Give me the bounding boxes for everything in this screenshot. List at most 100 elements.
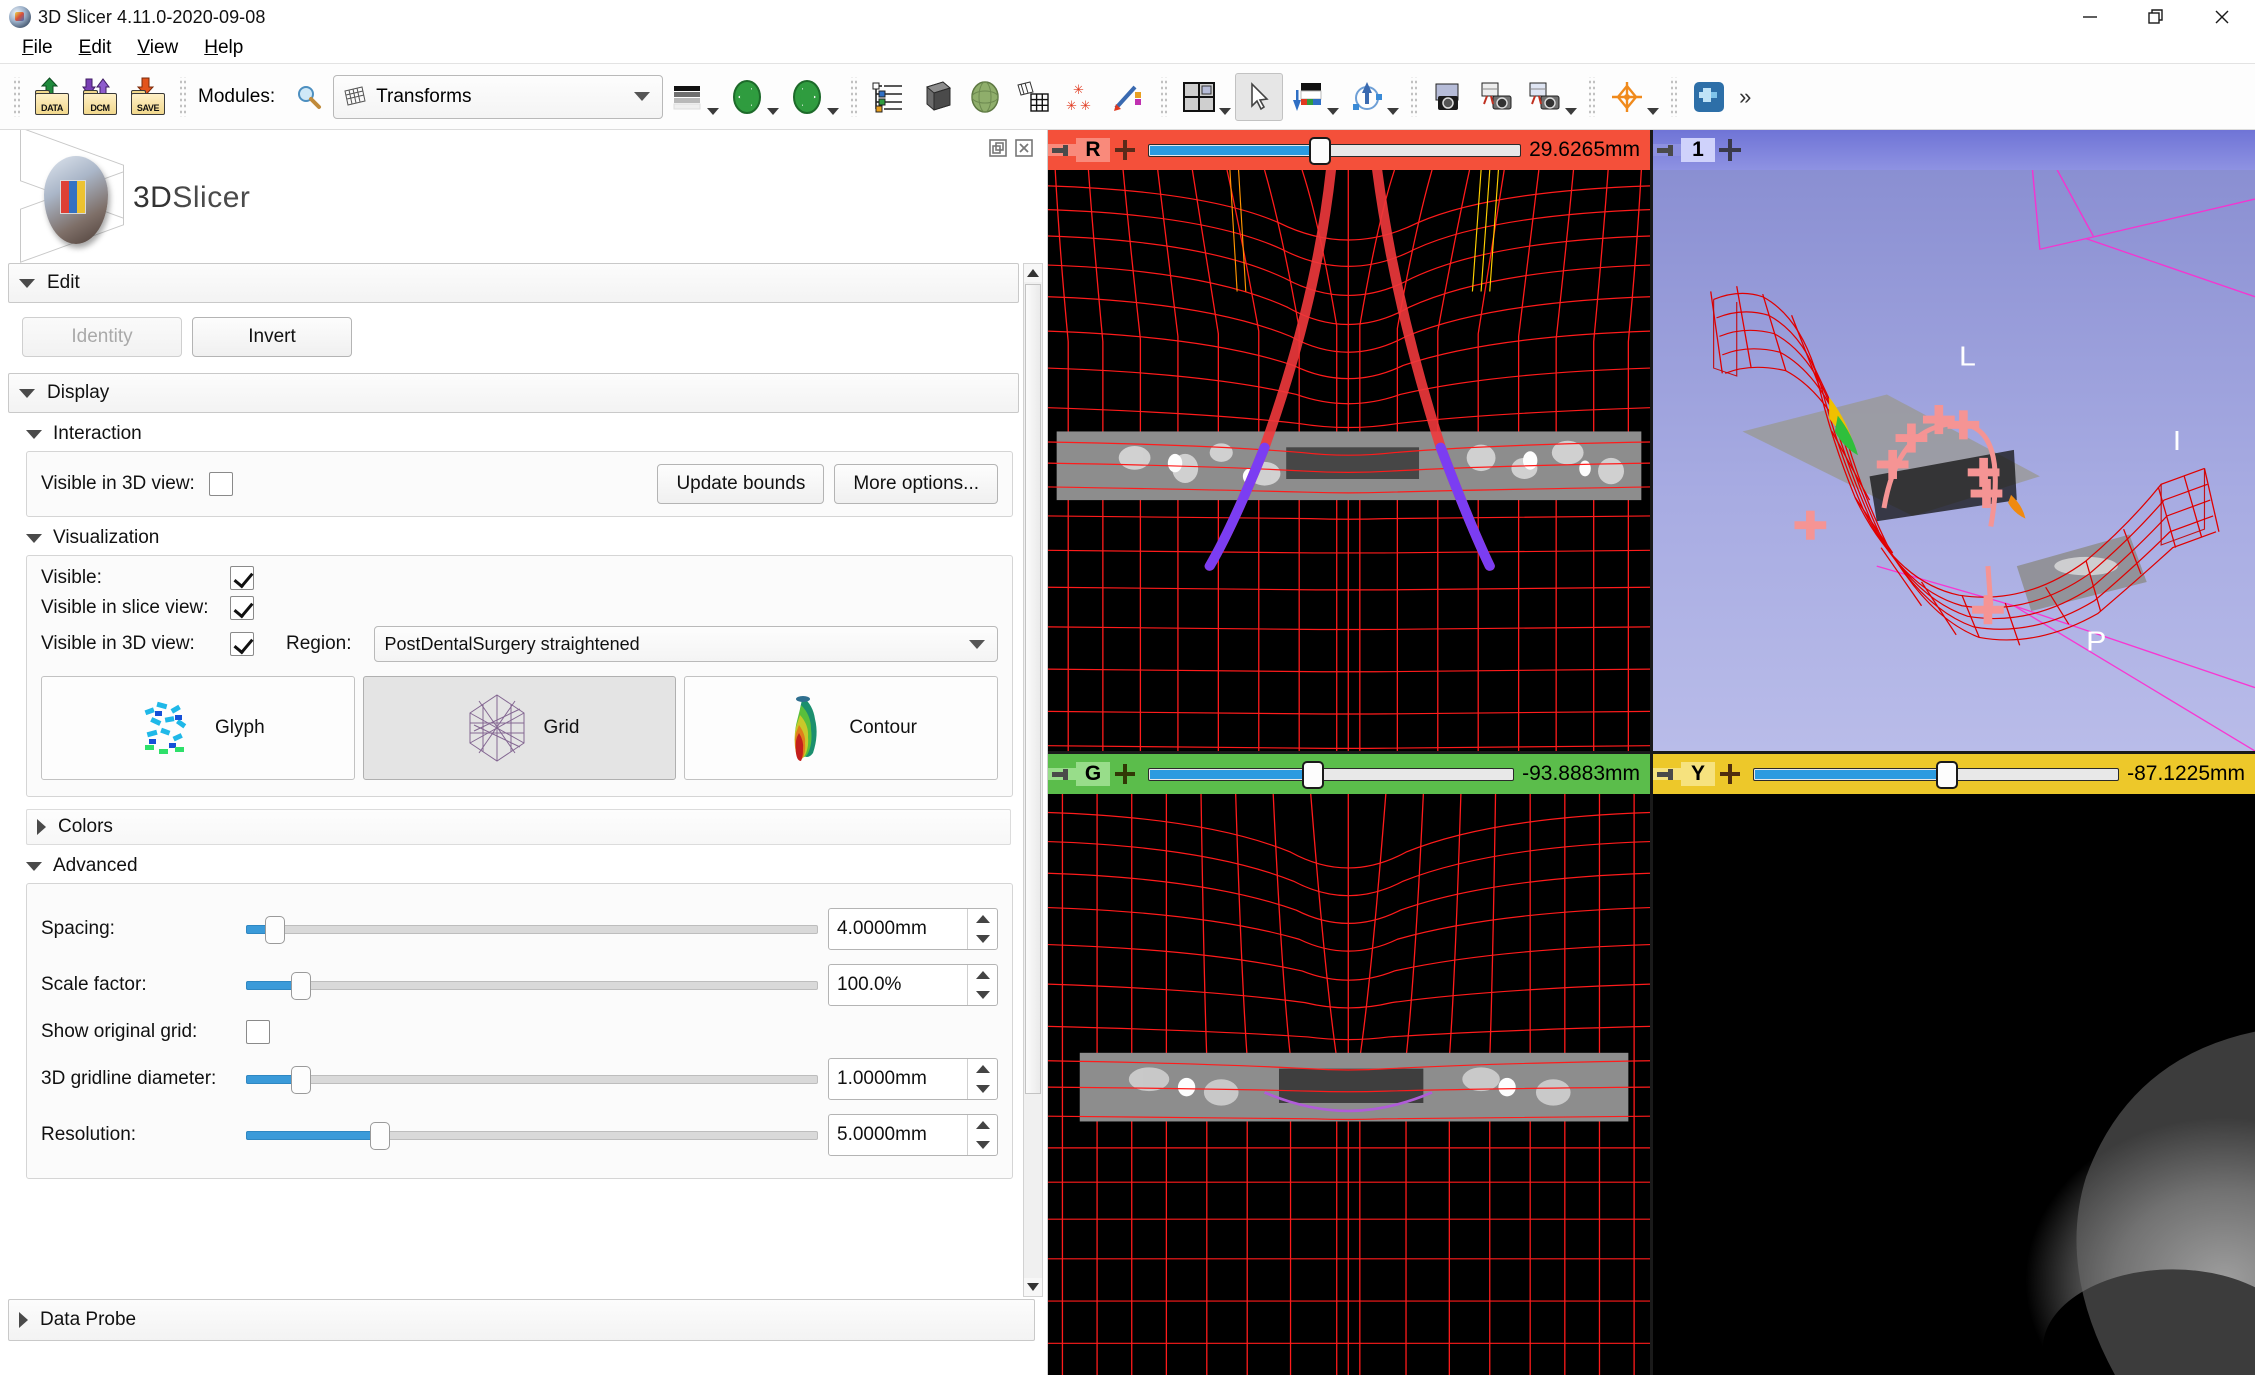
red-slice-offset-slider[interactable] [1148,139,1521,161]
yellow-slice-offset-slider[interactable] [1753,763,2119,785]
volume-rendering-button[interactable] [913,73,961,121]
green-slice-visibility-button[interactable] [1110,764,1140,784]
markups-button[interactable]: ✳ ✳ ✳ [1057,73,1105,121]
gridline-diameter-decrement[interactable] [968,1079,997,1099]
toolbar-drag-handle-7[interactable] [1669,77,1679,117]
module-panel-scrollbar[interactable] [1023,263,1043,1297]
extensions-manager-button[interactable] [1685,73,1733,121]
toolbar-drag-handle-5[interactable] [1409,77,1419,117]
scale-factor-increment[interactable] [968,965,997,985]
toolbar-drag-handle-3[interactable] [849,77,859,117]
subject-hierarchy-button[interactable] [865,73,913,121]
gridline-diameter-increment[interactable] [968,1059,997,1079]
load-data-button[interactable]: DATA [28,73,76,121]
menu-view[interactable]: View [125,35,192,62]
region-combobox[interactable]: PostDentalSurgery straightened [374,626,999,662]
resolution-decrement[interactable] [968,1135,997,1155]
scale-factor-decrement[interactable] [968,985,997,1005]
red-slice-visibility-button[interactable] [1110,140,1140,160]
previous-module-button[interactable] [723,73,771,121]
yellow-slice-visibility-button[interactable] [1715,764,1745,784]
green-pin-button[interactable] [1048,768,1076,780]
gridline-diameter-spinbox[interactable]: 1.0000mm [828,1058,998,1100]
restore-button[interactable] [2123,0,2189,34]
red-slice-offset-value: 29.6265mm [1529,138,1650,162]
next-module-button[interactable] [783,73,831,121]
section-display-header[interactable]: Display [8,373,1019,413]
mouse-mode-pointer-button[interactable] [1235,73,1283,121]
subsection-interaction-header[interactable]: Interaction [8,413,1019,451]
yellow-slice-view[interactable]: Y -87.1225mm [1653,754,2255,1375]
section-edit-header[interactable]: Edit [8,263,1019,303]
show-original-grid-checkbox[interactable] [246,1020,270,1044]
mode-glyph-button[interactable]: Glyph [41,676,355,780]
invert-button[interactable]: Invert [192,317,352,357]
red-pin-button[interactable] [1048,144,1076,156]
transforms-button[interactable] [1009,73,1057,121]
red-slice-canvas[interactable] [1048,170,1650,751]
subsection-advanced-header[interactable]: Advanced [8,845,1019,883]
visible-checkbox[interactable] [230,566,254,590]
threed-view[interactable]: 1 [1653,130,2255,751]
yellow-slice-canvas[interactable] [1653,794,2255,1375]
annotations-button[interactable] [1105,73,1153,121]
undock-panel-icon[interactable] [987,137,1009,159]
scale-factor-spinbox[interactable]: 100.0% [828,964,998,1006]
toolbar-drag-handle-1[interactable] [12,77,22,117]
segment-editor-button[interactable] [961,73,1009,121]
yellow-pin-button[interactable] [1653,768,1681,780]
crosshair-button[interactable] [1343,73,1391,121]
menu-file[interactable]: File [10,35,67,62]
visible-slice-checkbox[interactable] [230,596,254,620]
gridline-diameter-slider[interactable] [246,1071,818,1087]
subsection-visualization-header[interactable]: Visualization [8,517,1019,555]
menu-edit[interactable]: Edit [67,35,126,62]
green-slice-canvas[interactable] [1048,794,1650,1375]
scene-view-capture-button[interactable] [1473,73,1521,121]
crosshair-target-button[interactable] [1603,73,1651,121]
more-options-button[interactable]: More options... [834,464,998,504]
threed-pin-button[interactable] [1653,144,1681,156]
module-search-button[interactable] [285,73,333,121]
mode-contour-button[interactable]: Contour [684,676,998,780]
load-dicom-button[interactable]: DCM [76,73,124,121]
red-slice-view[interactable]: R 29.6265mm [1048,130,1650,751]
update-bounds-button[interactable]: Update bounds [657,464,824,504]
spacing-spinbox[interactable]: 4.0000mm [828,908,998,950]
scrollbar-thumb[interactable] [1025,284,1041,1094]
scale-factor-slider[interactable] [246,977,818,993]
resolution-increment[interactable] [968,1115,997,1135]
toolbar-overflow-button[interactable]: » [1739,84,1751,110]
toolbar-drag-handle-6[interactable] [1587,77,1597,117]
menu-help[interactable]: Help [192,35,257,62]
layout-conventional-button[interactable] [1175,73,1223,121]
spacing-decrement[interactable] [968,929,997,949]
identity-button[interactable]: Identity [22,317,182,357]
toolbar-drag-handle-2[interactable] [178,77,188,117]
module-selector-combobox[interactable]: Transforms [333,75,663,119]
green-slice-offset-slider[interactable] [1148,763,1514,785]
resolution-spinbox[interactable]: 5.0000mm [828,1114,998,1156]
interaction-visible-3d-checkbox[interactable] [209,472,233,496]
save-button[interactable]: SAVE [124,73,172,121]
visible-3d-checkbox[interactable] [230,632,254,656]
close-panel-icon[interactable] [1013,137,1035,159]
screenshot-button[interactable] [1425,73,1473,121]
close-button[interactable] [2189,0,2255,34]
favorite-modules-button[interactable] [663,73,711,121]
resolution-slider[interactable] [246,1127,818,1143]
mode-grid-button[interactable]: Grid [363,676,677,780]
scene-view-restore-button[interactable] [1521,73,1569,121]
threed-canvas[interactable]: L I P [1653,170,2255,751]
spacing-slider[interactable] [246,921,818,937]
spacing-increment[interactable] [968,909,997,929]
subsection-colors-header[interactable]: Colors [26,809,1011,845]
scroll-up-button[interactable] [1024,264,1042,282]
green-slice-view[interactable]: G -93.8883mm [1048,754,1650,1375]
minimize-button[interactable] [2057,0,2123,34]
threed-center-button[interactable] [1715,139,1745,161]
colors-button[interactable] [1283,73,1331,121]
scroll-down-button[interactable] [1024,1278,1042,1296]
toolbar-drag-handle-4[interactable] [1159,77,1169,117]
section-data-probe-header[interactable]: Data Probe [8,1299,1035,1341]
